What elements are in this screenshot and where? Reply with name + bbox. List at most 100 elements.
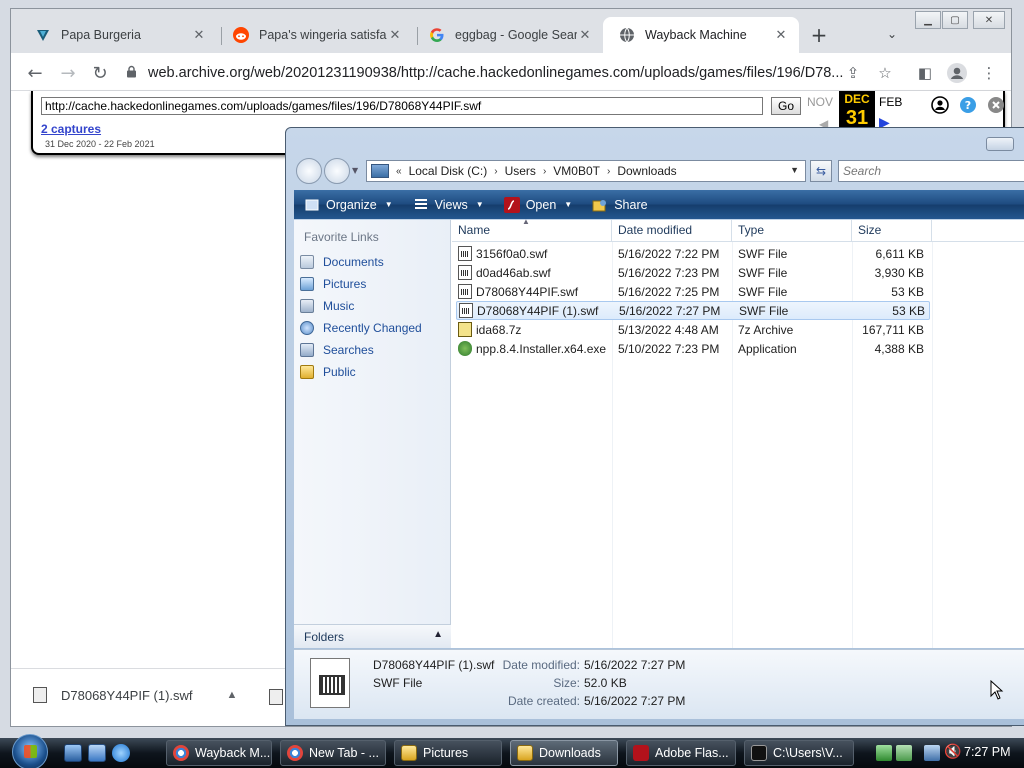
swf-file-icon[interactable] [269, 689, 283, 705]
explorer-address-bar[interactable]: « Local Disk (C:) › Users › VM0B0T › Dow… [366, 160, 806, 182]
column-header-date[interactable]: Date modified [612, 220, 732, 241]
close-tab-icon[interactable]: ✕ [191, 27, 207, 43]
taskbar-button-pictures[interactable]: Pictures [394, 740, 502, 766]
tab-papas-wingeria[interactable]: Papa's wingeria satisfact ✕ [217, 17, 413, 53]
breadcrumb-users[interactable]: Users [501, 164, 540, 178]
refresh-icon[interactable]: ⇆ [810, 160, 832, 182]
views-button[interactable]: Views ▼ [403, 190, 494, 219]
new-tab-button[interactable]: + [808, 25, 830, 47]
network-icon[interactable] [924, 745, 940, 761]
next-month[interactable]: FEB [879, 95, 902, 109]
breadcrumb-local-disk[interactable]: Local Disk (C:) [405, 164, 492, 178]
tab-google-search[interactable]: eggbag - Google Search ✕ [413, 17, 603, 53]
tab-wayback-machine[interactable]: Wayback Machine ✕ [603, 17, 799, 53]
column-header-size[interactable]: Size [852, 220, 932, 241]
file-size: 167,711 KB [862, 322, 924, 337]
explorer-search-input[interactable]: Search [838, 160, 1024, 182]
wayback-url-input[interactable]: http://cache.hackedonlinegames.com/uploa… [41, 97, 763, 115]
current-capture-date: DEC 31 [839, 91, 875, 131]
start-button-icon[interactable] [12, 734, 48, 768]
breadcrumb-chevron-icon[interactable]: › [604, 166, 613, 177]
chevron-up-icon[interactable]: ▲ [227, 689, 238, 701]
breadcrumb-chevron-icon[interactable]: › [491, 166, 500, 177]
user-account-icon[interactable] [931, 96, 949, 117]
volume-muted-icon[interactable]: 🔇 [944, 744, 961, 760]
organize-button[interactable]: Organize ▼ [294, 190, 403, 219]
file-row[interactable]: npp.8.4.Installer.x64.exe 5/10/2022 7:23… [456, 339, 930, 358]
taskbar-button-flash[interactable]: Adobe Flas... [626, 740, 736, 766]
forward-arrow-icon[interactable]: → [56, 61, 80, 85]
nav-music[interactable]: Music [300, 297, 354, 315]
taskbar-button-downloads[interactable]: Downloads [510, 740, 618, 766]
tray-app-icon[interactable] [896, 745, 912, 761]
sort-arrow-icon: ▲ [522, 217, 530, 226]
explorer-minimize-button[interactable] [986, 137, 1014, 151]
close-window-button[interactable]: ✕ [973, 11, 1005, 29]
explorer-title-bar[interactable] [286, 128, 1024, 158]
installer-icon [458, 341, 472, 356]
forward-arrow-icon[interactable] [324, 158, 350, 184]
minimize-button[interactable]: ▁ [915, 11, 941, 29]
switch-windows-icon[interactable] [88, 744, 106, 762]
tab-search-chevron-icon[interactable]: ⌄ [887, 27, 897, 41]
bookmark-star-icon[interactable]: ☆ [873, 61, 897, 85]
close-wayback-icon[interactable] [987, 96, 1005, 117]
tab-label: Wayback Machine [645, 28, 747, 42]
file-row[interactable]: 3156f0a0.swf 5/16/2022 7:22 PM SWF File … [456, 244, 930, 263]
folders-toggle[interactable]: Folders ▲ [294, 624, 451, 648]
explorer-window: ▼ « Local Disk (C:) › Users › VM0B0T › D… [285, 127, 1024, 726]
file-row[interactable]: D78068Y44PIF.swf 5/16/2022 7:25 PM SWF F… [456, 282, 930, 301]
nav-recently-changed[interactable]: Recently Changed [300, 319, 422, 337]
7z-archive-icon [458, 322, 472, 337]
internet-explorer-icon[interactable] [112, 744, 130, 762]
address-bar[interactable]: web.archive.org/web/20201231190938/http:… [126, 59, 852, 87]
show-desktop-icon[interactable] [64, 744, 82, 762]
nav-public[interactable]: Public [300, 363, 356, 381]
file-row-selected[interactable]: D78068Y44PIF (1).swf 5/16/2022 7:27 PM S… [456, 301, 930, 320]
column-header-type[interactable]: Type [732, 220, 852, 241]
close-tab-icon[interactable]: ✕ [577, 27, 593, 43]
maximize-button[interactable]: ▢ [942, 11, 968, 29]
taskbar-button-wayback[interactable]: Wayback M... [166, 740, 272, 766]
captures-link[interactable]: 2 captures [41, 122, 101, 136]
help-icon[interactable]: ? [959, 96, 977, 117]
tray-app-icon[interactable] [876, 745, 892, 761]
breadcrumb-downloads[interactable]: Downloads [613, 164, 680, 178]
open-button[interactable]: Open ▼ [494, 190, 583, 219]
svg-text:?: ? [965, 99, 971, 112]
file-date: 5/16/2022 7:27 PM [619, 303, 721, 318]
nav-documents[interactable]: Documents [300, 253, 384, 271]
share-icon[interactable]: ⇪ [841, 61, 865, 85]
download-item[interactable]: D78068Y44PIF (1).swf ▲ [33, 687, 237, 703]
details-modified-label: Date modified: [502, 658, 580, 672]
column-header-name[interactable]: Name ▲ [452, 217, 612, 241]
close-tab-icon[interactable]: ✕ [387, 27, 403, 43]
nav-searches[interactable]: Searches [300, 341, 374, 359]
recent-pages-chevron-icon[interactable]: ▼ [352, 166, 358, 175]
share-button[interactable]: Share [582, 190, 657, 219]
file-row[interactable]: ida68.7z 5/13/2022 4:48 AM 7z Archive 16… [456, 320, 930, 339]
prev-month[interactable]: NOV [807, 95, 833, 109]
flash-icon [503, 196, 520, 213]
back-arrow-icon[interactable]: ← [23, 61, 47, 85]
nav-pictures[interactable]: Pictures [300, 275, 366, 293]
address-dropdown-icon[interactable]: ▼ [790, 165, 799, 175]
taskbar-button-new-tab[interactable]: New Tab - ... [280, 740, 386, 766]
more-menu-icon[interactable]: ⋮ [977, 61, 1001, 85]
clock[interactable]: 7:27 PM [964, 745, 1011, 759]
file-date: 5/13/2022 4:48 AM [618, 322, 719, 337]
address-url: web.archive.org/web/20201231190938/http:… [148, 65, 844, 81]
side-panel-icon[interactable]: ◧ [913, 61, 937, 85]
wayback-go-button[interactable]: Go [771, 97, 801, 115]
tab-papa-burgeria[interactable]: Papa Burgeria ✕ [19, 17, 217, 53]
back-arrow-icon[interactable] [296, 158, 322, 184]
close-tab-icon[interactable]: ✕ [773, 27, 789, 43]
breadcrumb-chevron-icon[interactable]: › [540, 166, 549, 177]
file-row[interactable]: d0ad46ab.swf 5/16/2022 7:23 PM SWF File … [456, 263, 930, 282]
views-icon [413, 197, 429, 213]
reload-icon[interactable]: ↻ [88, 61, 112, 85]
breadcrumb-user[interactable]: VM0B0T [549, 164, 604, 178]
breadcrumb-overflow-icon[interactable]: « [393, 166, 405, 177]
taskbar-button-cmd[interactable]: C:\Users\V... [744, 740, 854, 766]
profile-avatar-icon[interactable] [945, 61, 969, 85]
